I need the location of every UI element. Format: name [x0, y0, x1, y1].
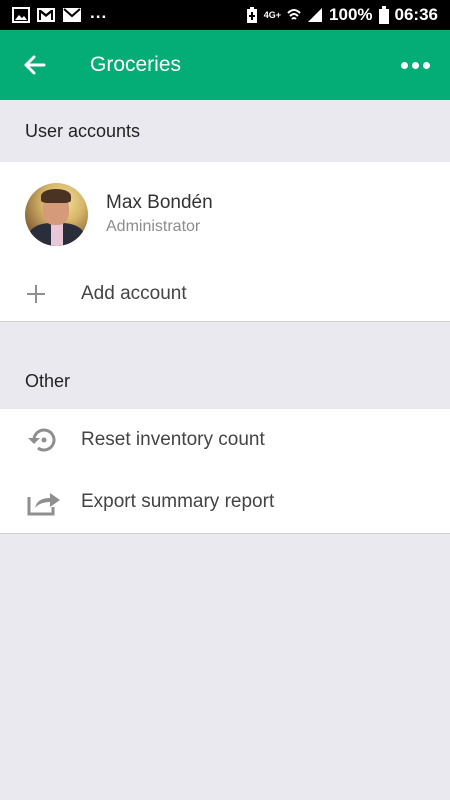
- battery-icon: [378, 6, 389, 24]
- signal-icon: [308, 8, 323, 22]
- reset-inventory-button[interactable]: Reset inventory count: [0, 409, 450, 471]
- export-icon: [0, 487, 81, 517]
- network-type-label: 4G+: [263, 10, 282, 20]
- page-title: Groceries: [90, 53, 182, 76]
- other-header: Other: [0, 354, 450, 409]
- account-row[interactable]: Max Bondén Administrator: [0, 162, 450, 266]
- add-account-label: Add account: [81, 283, 187, 304]
- reset-icon: [0, 425, 81, 455]
- user-accounts-header: User accounts: [0, 100, 450, 162]
- mail-notification-icon: [63, 8, 81, 22]
- gmail-notification-icon: [37, 8, 55, 22]
- add-account-button[interactable]: Add account: [0, 266, 450, 322]
- app-bar: Groceries: [0, 30, 450, 100]
- more-dot-icon: [400, 61, 408, 69]
- back-button[interactable]: [0, 30, 70, 100]
- status-bar-system: 4G+ 100% 06:36: [246, 5, 438, 25]
- image-notification-icon: [12, 7, 30, 23]
- battery-saver-icon: [246, 7, 257, 23]
- account-role: Administrator: [106, 218, 201, 235]
- account-name: Max Bondén: [106, 192, 213, 213]
- more-dot-icon: [422, 61, 430, 69]
- account-info: Max Bondén Administrator: [106, 192, 213, 236]
- more-dot-icon: [411, 61, 419, 69]
- reset-inventory-label: Reset inventory count: [81, 429, 265, 450]
- plus-icon: [0, 284, 81, 304]
- battery-percent: 100%: [329, 5, 373, 24]
- export-report-label: Export summary report: [81, 491, 275, 512]
- status-bar: ... 4G+ 100% 06:36: [0, 0, 450, 30]
- user-accounts-card: Max Bondén Administrator Add account: [0, 162, 450, 322]
- more-options-button[interactable]: [380, 30, 450, 100]
- status-bar-notifications: ...: [12, 3, 107, 23]
- avatar: [25, 182, 88, 246]
- export-report-button[interactable]: Export summary report: [0, 471, 450, 533]
- arrow-left-icon: [24, 55, 46, 75]
- wifi-icon: [287, 9, 301, 20]
- more-notifications-indicator: ...: [90, 3, 108, 22]
- other-card: Reset inventory count Export summary rep…: [0, 409, 450, 534]
- clock: 06:36: [394, 5, 438, 24]
